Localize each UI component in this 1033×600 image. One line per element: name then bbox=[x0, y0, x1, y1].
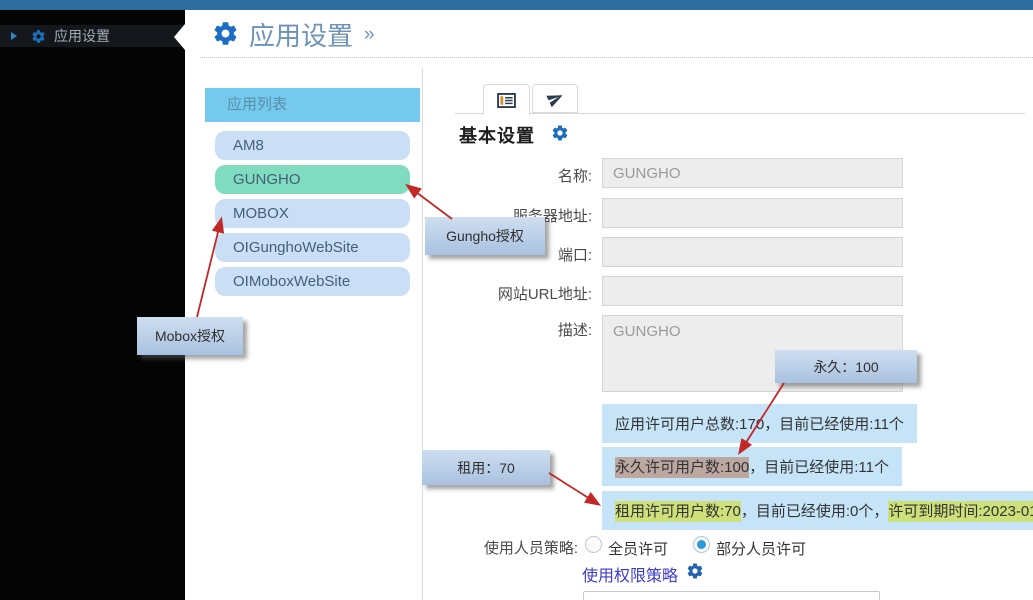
column-divider bbox=[422, 68, 423, 600]
tabs-underline bbox=[455, 113, 1025, 114]
caret-right-icon[interactable] bbox=[11, 32, 17, 40]
license-expiry-highlight: 许可到期时间:2023-01-19 bbox=[888, 501, 1033, 522]
callout-gungho-license: Gungho授权 bbox=[425, 217, 545, 255]
field-label-name: 名称: bbox=[430, 165, 592, 186]
license-total-badge: 应用许可用户总数:170，目前已经使用:11个 bbox=[602, 404, 917, 443]
license-rental-highlight: 租用许可用户数:70 bbox=[615, 501, 741, 522]
paper-plane-icon bbox=[544, 87, 567, 110]
sidebar-item-app-settings[interactable]: 应用设置 bbox=[0, 25, 185, 47]
policy-label: 使用人员策略: bbox=[420, 537, 578, 558]
top-bar bbox=[0, 0, 1033, 10]
radio-partial-users-label[interactable]: 部分人员许可 bbox=[716, 538, 806, 559]
license-rental-text: ，目前已经使用:0个， bbox=[741, 503, 889, 520]
page-gear-icon bbox=[212, 20, 239, 47]
callout-rental-70: 租用：70 bbox=[422, 450, 550, 485]
callout-mobox-license: Mobox授权 bbox=[137, 317, 243, 355]
permission-gear-icon[interactable] bbox=[686, 562, 704, 580]
radio-all-users-label[interactable]: 全员许可 bbox=[608, 538, 668, 559]
app-item-mobox[interactable]: MOBOX bbox=[215, 199, 410, 228]
section-title: 基本设置 bbox=[459, 122, 535, 148]
sidebar bbox=[0, 10, 185, 600]
name-field[interactable] bbox=[602, 158, 903, 188]
radio-partial-users[interactable] bbox=[693, 536, 710, 553]
breadcrumb-chevron: » bbox=[364, 24, 375, 46]
form-list-icon bbox=[497, 93, 516, 108]
sidebar-notch bbox=[174, 24, 185, 50]
field-label-description: 描述: bbox=[430, 319, 592, 340]
license-permanent-badge: 永久许可用户数:100，目前已经使用:11个 bbox=[602, 447, 902, 486]
app-item-gungho[interactable]: GUNGHO bbox=[215, 165, 410, 194]
page-title: 应用设置 bbox=[249, 16, 353, 53]
app-item-am8[interactable]: AM8 bbox=[215, 131, 410, 160]
header-divider bbox=[200, 57, 1033, 58]
callout-permanent-100: 永久：100 bbox=[775, 350, 917, 383]
website-url-field[interactable] bbox=[602, 276, 903, 306]
license-permanent-highlight: 永久许可用户数:100 bbox=[615, 457, 749, 478]
app-window: 应用设置 应用设置 » 应用列表 AM8 GUNGHO MOBOX OIGung… bbox=[0, 0, 1033, 600]
radio-dot bbox=[697, 540, 706, 549]
port-field[interactable] bbox=[602, 237, 903, 267]
license-permanent-text: ，目前已经使用:11个 bbox=[749, 459, 889, 476]
app-item-oigunghowebsite[interactable]: OIGunghoWebSite bbox=[215, 233, 410, 262]
tab-publish[interactable] bbox=[532, 84, 578, 113]
field-label-url: 网站URL地址: bbox=[430, 283, 592, 304]
radio-all-users[interactable] bbox=[585, 536, 602, 553]
license-rental-badge: 租用许可用户数:70，目前已经使用:0个，许可到期时间:2023-01-19 bbox=[602, 491, 1033, 530]
permission-input[interactable] bbox=[583, 591, 880, 600]
gear-icon bbox=[31, 29, 46, 44]
app-list-header: 应用列表 bbox=[205, 88, 420, 122]
license-total-text: 应用许可用户总数:170，目前已经使用:11个 bbox=[615, 416, 904, 433]
sidebar-item-label: 应用设置 bbox=[54, 26, 110, 46]
app-item-oimoboxwebsite[interactable]: OIMoboxWebSite bbox=[215, 267, 410, 296]
section-gear-icon[interactable] bbox=[551, 124, 569, 142]
tab-basic-settings[interactable] bbox=[483, 84, 530, 115]
server-address-field[interactable] bbox=[602, 198, 903, 228]
permission-policy-link[interactable]: 使用权限策略 bbox=[582, 562, 678, 586]
